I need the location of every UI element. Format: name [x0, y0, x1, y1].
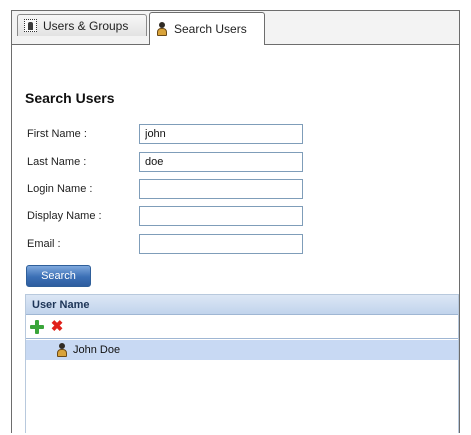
results-panel: User Name ✖ John Doe: [25, 294, 459, 435]
login-name-label: Login Name :: [27, 183, 93, 195]
email-field[interactable]: [139, 234, 303, 254]
display-name-label: Display Name :: [27, 210, 102, 222]
last-name-field[interactable]: [139, 152, 303, 172]
email-label: Email :: [27, 238, 61, 250]
user-name: John Doe: [73, 344, 121, 356]
tab-label: Search Users: [174, 22, 247, 36]
last-name-label: Last Name :: [27, 156, 87, 168]
first-name-field[interactable]: [139, 124, 303, 144]
first-name-label: First Name :: [27, 128, 87, 140]
login-name-field[interactable]: [139, 179, 303, 199]
page-title: Search Users: [25, 90, 115, 106]
user-icon: [156, 22, 168, 36]
display-name-field[interactable]: [139, 206, 303, 226]
results-toolbar: ✖: [30, 318, 64, 336]
search-button[interactable]: Search: [26, 265, 91, 287]
tab-users-groups[interactable]: Users & Groups: [17, 14, 147, 36]
column-header-user-name[interactable]: User Name: [26, 295, 458, 315]
add-icon[interactable]: [30, 320, 44, 334]
users-groups-icon: [24, 19, 37, 32]
tab-search-users[interactable]: Search Users: [149, 12, 265, 45]
results-list: John Doe: [26, 338, 458, 435]
tab-label: Users & Groups: [43, 18, 129, 33]
user-icon: [56, 343, 68, 357]
list-item[interactable]: John Doe: [26, 340, 458, 360]
delete-icon[interactable]: ✖: [50, 319, 64, 334]
